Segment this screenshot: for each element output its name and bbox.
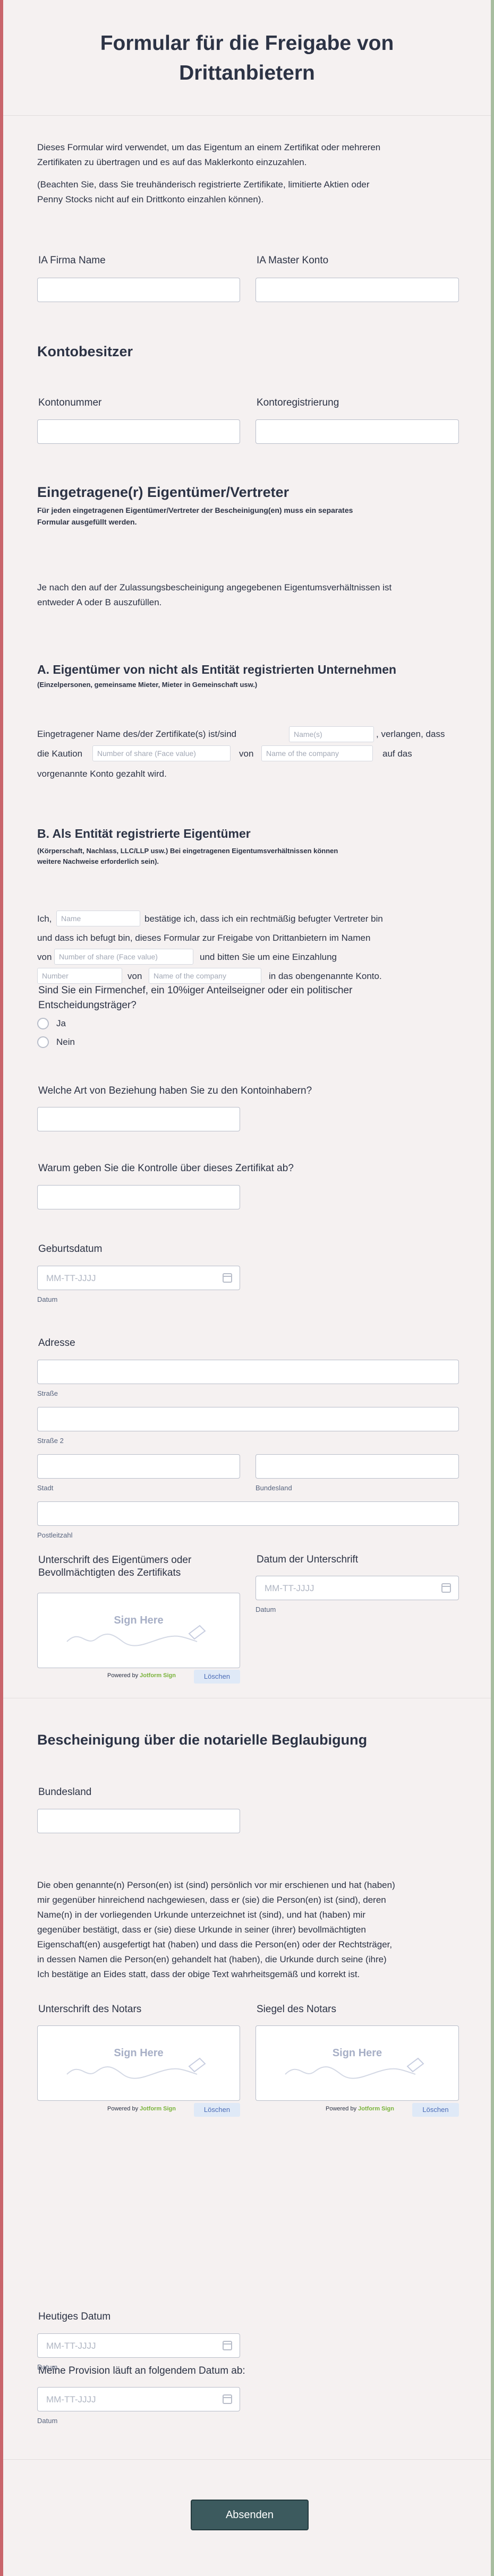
section-b-text-2: und dass ich befugt bin, dieses Formular… [37, 933, 371, 943]
street-caption: Straße [37, 1389, 58, 1397]
state-caption: Bundesland [255, 1484, 292, 1492]
street2-caption: Straße 2 [37, 1437, 64, 1445]
owners-heading: Eingetragene(r) Eigentümer/Vertreter [37, 484, 289, 500]
section-a-text-4: auf das [382, 749, 412, 759]
signature-date-input[interactable]: MM-TT-JJJJ [255, 1576, 459, 1600]
owner-signature-label: Unterschrift des Eigentümers oder Bevoll… [38, 1555, 192, 1578]
section-a-text-5: vorgenannte Konto gezahlt wird. [37, 769, 167, 779]
owners-note: Für jeden eingetragenen Eigentümer/Vertr… [37, 506, 353, 526]
birthdate-caption: Datum [37, 1295, 58, 1303]
signature-placeholder-icon [285, 2057, 424, 2079]
section-a-text-1: Eingetragener Name des/der Zertifikate(s… [37, 729, 237, 739]
radio-yes-label: Ja [56, 1018, 66, 1028]
calendar-icon[interactable] [223, 2341, 232, 2350]
account-number-label: Kontonummer [38, 397, 102, 408]
ia-master-label: IA Master Konto [257, 255, 329, 266]
radio-no[interactable] [37, 1036, 49, 1048]
signature-date-caption: Datum [255, 1605, 276, 1613]
section-a-name-input[interactable]: Name(s) [289, 726, 374, 742]
signature-date-label: Datum der Unterschrift [257, 1554, 359, 1565]
insider-question: Sind Sie ein Firmenchef, ein 10%iger Ant… [38, 985, 353, 1011]
notary-clear-button[interactable]: Löschen [194, 2103, 240, 2117]
intro-note: (Beachten Sie, dass Sie treuhänderisch r… [37, 179, 370, 204]
relationship-input[interactable] [37, 1107, 240, 1131]
calendar-icon[interactable] [223, 2394, 232, 2404]
account-registration-label: Kontoregistrierung [257, 397, 339, 408]
notary-seal-pad[interactable]: Sign Here [255, 2025, 459, 2101]
radio-no-label: Nein [56, 1037, 75, 1047]
city-caption: Stadt [37, 1484, 54, 1492]
birthdate-label: Geburtsdatum [38, 1243, 103, 1255]
ia-firm-label: IA Firma Name [38, 255, 106, 266]
section-b-ich: Ich, [37, 914, 52, 924]
section-b-text-3: und bitten Sie um eine Einzahlung [200, 952, 337, 962]
why-control-input[interactable] [37, 1185, 240, 1209]
section-b-company-input[interactable]: Name of the company [149, 968, 261, 984]
section-a-share-input[interactable]: Number of share (Face value) [92, 745, 231, 761]
intro-text: Dieses Formular wird verwendet, um das E… [37, 142, 381, 167]
today-date-label: Heutiges Datum [38, 2311, 111, 2322]
owner-clear-button[interactable]: Löschen [194, 1670, 240, 1684]
notary-statement: Die oben genannte(n) Person(en) ist (sin… [37, 1880, 395, 1979]
form-card: Formular für die Freigabe von Drittanbie… [3, 0, 491, 2576]
today-date-input[interactable]: MM-TT-JJJJ [37, 2333, 240, 2358]
account-number-input[interactable] [37, 419, 240, 444]
submit-button[interactable]: Absenden [191, 2500, 309, 2530]
ia-master-input[interactable] [255, 278, 459, 302]
submit-divider [3, 2459, 491, 2460]
birthdate-input[interactable]: MM-TT-JJJJ [37, 1266, 240, 1290]
section-b-text-4: in das obengenannte Konto. [269, 971, 382, 981]
radio-yes[interactable] [37, 1018, 49, 1029]
account-registration-input[interactable] [255, 419, 459, 444]
form-header: Formular für die Freigabe von Drittanbie… [3, 0, 491, 116]
section-b-share-input[interactable]: Number of share (Face value) [54, 949, 193, 965]
section-b-heading: B. Als Entität registrierte Eigentümer [37, 827, 251, 840]
section-b-note: (Körperschaft, Nachlass, LLC/LLP usw.) B… [37, 847, 338, 865]
commission-date-caption: Datum [37, 2417, 58, 2425]
street-input[interactable] [37, 1360, 459, 1384]
owner-powered-by: Powered by Jotform Sign [107, 1672, 176, 1679]
section-a-von: von [239, 749, 254, 759]
zip-caption: Postleitzahl [37, 1531, 73, 1539]
section-b-von-2: von [127, 971, 142, 981]
notary-signature-label: Unterschrift des Notars [38, 2004, 142, 2015]
section-b-von: von [37, 952, 52, 962]
zip-input[interactable] [37, 1501, 459, 1526]
section-a-text-2: , verlangen, dass [376, 729, 445, 739]
signature-placeholder-icon [66, 2057, 206, 2079]
owners-choose-text: Je nach den auf der Zulassungsbescheinig… [37, 582, 392, 607]
form-title: Formular für die Freigabe von Drittanbie… [100, 32, 394, 84]
section-b-text-1: bestätige ich, dass ich ein rechtmäßig b… [144, 914, 383, 924]
address-label: Adresse [38, 1337, 75, 1349]
section-a-company-input[interactable]: Name of the company [261, 745, 373, 761]
why-control-label: Warum geben Sie die Kontrolle über diese… [38, 1163, 294, 1174]
notary-state-label: Bundesland [38, 1787, 92, 1798]
section-a-note: (Einzelpersonen, gemeinsame Mieter, Miet… [37, 681, 258, 689]
notary-signature-pad[interactable]: Sign Here [37, 2025, 240, 2101]
notary-seal-label: Siegel des Notars [257, 2004, 336, 2015]
section-a-text-3: die Kaution [37, 749, 83, 759]
commission-label: Meine Provision läuft an folgendem Datum… [38, 2365, 245, 2376]
notary-powered-by: Powered by Jotform Sign [107, 2106, 176, 2112]
notary-state-input[interactable] [37, 1809, 240, 1833]
seal-clear-button[interactable]: Löschen [412, 2103, 459, 2117]
street2-input[interactable] [37, 1407, 459, 1431]
owner-signature-pad[interactable]: Sign Here [37, 1593, 240, 1668]
seal-powered-by: Powered by Jotform Sign [326, 2106, 394, 2112]
account-owner-heading: Kontobesitzer [37, 344, 133, 359]
signature-placeholder-icon [66, 1625, 206, 1646]
commission-date-input[interactable]: MM-TT-JJJJ [37, 2387, 240, 2411]
notary-heading: Bescheinigung über die notarielle Beglau… [37, 1732, 368, 1748]
state-input[interactable] [255, 1454, 459, 1479]
calendar-icon[interactable] [441, 1583, 451, 1593]
section-b-name-input[interactable]: Name [56, 911, 140, 926]
calendar-icon[interactable] [223, 1273, 232, 1283]
city-input[interactable] [37, 1454, 240, 1479]
ia-firm-input[interactable] [37, 278, 240, 302]
section-a-heading: A. Eigentümer von nicht als Entität regi… [37, 663, 397, 676]
section-b-number-input[interactable]: Number [37, 968, 122, 984]
relationship-label: Welche Art von Beziehung haben Sie zu de… [38, 1085, 312, 1096]
